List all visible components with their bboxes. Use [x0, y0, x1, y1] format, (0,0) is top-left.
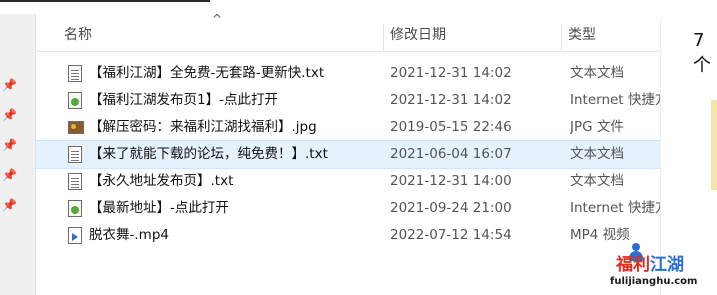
- pin-icon[interactable]: 📌: [2, 78, 17, 92]
- file-row[interactable]: 脱衣舞-.mp4 2022-07-12 14:54 MP4 视频: [36, 222, 660, 249]
- text-file-icon: [68, 146, 82, 163]
- file-type: Internet 快捷方式: [570, 92, 670, 108]
- file-name: 【永久地址发布页】.txt: [89, 173, 234, 189]
- column-header-row: 名称 修改日期 类型: [36, 18, 660, 52]
- item-count: 7 个: [693, 30, 711, 76]
- column-header-name[interactable]: 名称: [36, 18, 383, 52]
- file-date: 2021-06-04 16:07: [390, 146, 512, 162]
- column-header-type[interactable]: 类型: [561, 18, 661, 52]
- file-row[interactable]: 【福利江湖】全免费-无套路-更新快.txt 2021-12-31 14:02 文…: [36, 60, 660, 87]
- internet-shortcut-icon: [68, 92, 82, 109]
- pin-icon[interactable]: 📌: [2, 198, 17, 212]
- internet-shortcut-icon: [68, 200, 82, 217]
- video-file-icon: [68, 227, 82, 244]
- file-type: JPG 文件: [570, 119, 624, 135]
- file-date: 2019-05-15 22:46: [390, 119, 512, 135]
- title-edge: [0, 0, 210, 2]
- file-name: 【最新地址】-点此打开: [89, 200, 229, 216]
- file-row[interactable]: 【福利江湖发布页1】-点此打开 2021-12-31 14:02 Interne…: [36, 87, 670, 114]
- file-date: 2022-07-12 14:54: [390, 227, 512, 243]
- text-file-icon: [68, 65, 82, 82]
- text-file-icon: [68, 173, 82, 190]
- file-list: 【福利江湖】全免费-无套路-更新快.txt 2021-12-31 14:02 文…: [35, 60, 670, 249]
- file-name: 【福利江湖】全免费-无套路-更新快.txt: [89, 65, 325, 81]
- file-date: 2021-12-31 14:02: [390, 92, 512, 108]
- file-row[interactable]: 【最新地址】-点此打开 2021-09-24 21:00 Internet 快捷…: [36, 195, 670, 222]
- image-file-icon: [68, 121, 84, 134]
- navigation-pane[interactable]: 📌 📌 📌 📌 📌: [0, 14, 36, 295]
- pin-icon[interactable]: 📌: [2, 168, 17, 182]
- watermark-url: fulijianghu.com: [610, 276, 698, 287]
- watermark-title-part1: 福利: [616, 255, 650, 275]
- file-date: 2021-12-31 14:00: [390, 173, 512, 189]
- file-type: 文本文档: [570, 146, 624, 162]
- file-row[interactable]: 【解压密码：来福利江湖找福利】.jpg 2019-05-15 22:46 JPG…: [36, 114, 660, 141]
- file-row-selected[interactable]: 【来了就能下载的论坛，纯免费！】.txt 2021-06-04 16:07 文本…: [35, 140, 661, 169]
- top-strip: [0, 0, 717, 10]
- file-type: 文本文档: [570, 173, 624, 189]
- watermark-logo: 福利江湖 fulijianghu.com: [600, 240, 717, 295]
- file-date: 2021-09-24 21:00: [390, 200, 512, 216]
- pin-icon[interactable]: 📌: [2, 138, 17, 152]
- file-date: 2021-12-31 14:02: [390, 65, 512, 81]
- file-name: 脱衣舞-.mp4: [89, 227, 169, 243]
- column-header-date[interactable]: 修改日期: [383, 18, 561, 52]
- watermark-title-part2: 江湖: [650, 255, 684, 275]
- details-accent: [711, 100, 717, 190]
- file-type: 文本文档: [570, 65, 624, 81]
- file-name: 【解压密码：来福利江湖找福利】.jpg: [89, 119, 317, 135]
- file-name: 【福利江湖发布页1】-点此打开: [89, 92, 278, 108]
- pin-icon[interactable]: 📌: [2, 108, 17, 122]
- file-name: 【来了就能下载的论坛，纯免费！】.txt: [89, 146, 328, 162]
- file-row[interactable]: 【永久地址发布页】.txt 2021-12-31 14:00 文本文档: [36, 168, 660, 195]
- file-type: Internet 快捷方式: [570, 200, 670, 216]
- watermark-title: 福利江湖: [616, 250, 684, 275]
